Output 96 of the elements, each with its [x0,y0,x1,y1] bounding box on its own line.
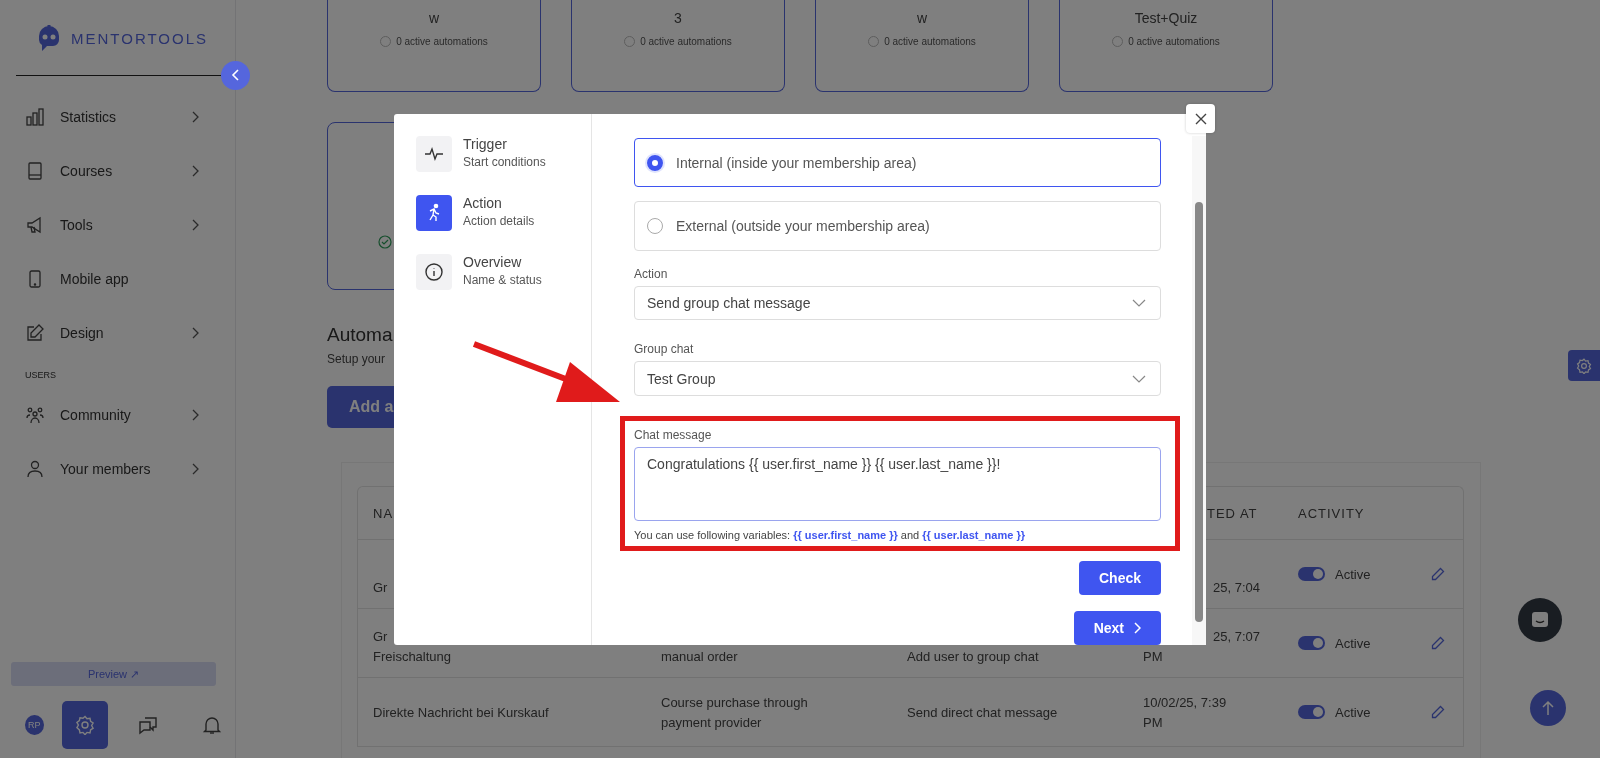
nav-item[interactable]: Your members [0,442,235,496]
column-header: ACTIVITY [1298,505,1365,521]
radio-button[interactable] [647,154,663,171]
table-cell: Gr Freischaltung [373,628,452,665]
nav-item[interactable]: Mobile app [0,252,235,306]
select-field[interactable]: Test Group [634,361,1161,396]
field-label: Chat message [634,428,713,442]
chat-icon [138,715,159,735]
table-cell: manual order [661,648,738,665]
chevron-right-icon [192,409,199,421]
field-label: Group chat [634,342,695,357]
page-subheading: Setup your [327,352,386,366]
toggle-switch[interactable] [1298,636,1325,650]
arrow-up-icon [1541,700,1555,716]
chevron-right-icon [192,219,199,231]
megaphone-icon [26,216,44,234]
automation-card[interactable]: Test+Quiz 0 active automations [1059,0,1273,92]
table-cell: 10/02/25, 7:39 PM [1143,693,1227,731]
column-header: TED AT [1207,505,1258,521]
step-title: Action [463,195,503,211]
pencil-icon [26,324,44,342]
step-subtitle: Action details [463,214,535,228]
wizard-step[interactable]: Trigger Start conditions [416,136,591,172]
radio-option[interactable]: Internal (inside your membership area) [634,138,1161,188]
step-title: Trigger [463,136,508,152]
table-cell-text: 25, 7:04 [1212,579,1260,596]
nav-item[interactable]: Design [0,306,235,360]
bell-icon [202,715,223,735]
table-cell: Send direct chat message [907,703,1058,721]
table-cell: Direkte Nachricht bei Kurskauf [373,703,549,721]
status-text: Active [1335,566,1371,582]
status-text: 0 active automations [396,36,488,47]
chevron-right-icon [192,327,199,339]
wizard-step[interactable]: Action Action details [416,195,591,231]
book-icon [26,162,44,180]
check-button[interactable]: Check [1078,561,1161,595]
automation-card[interactable]: w 0 active automations [327,0,541,92]
hint-text: You can use following variables: {{ user.first_name }} and {{ user.last_name }} [634,529,1026,541]
preview-button[interactable]: Preview ↗ [11,662,216,686]
status-text: Active [1335,704,1371,720]
edit-pencil-icon[interactable] [1431,705,1445,719]
card-title: 3 [674,10,682,26]
edit-pencil-icon[interactable] [1431,636,1445,650]
step-subtitle: Start conditions [463,155,546,169]
chat-bubble-icon [1530,610,1550,630]
scrollbar[interactable] [1192,136,1206,645]
nav-item[interactable]: Tools [0,198,235,252]
check-circle-icon [378,235,392,249]
settings-icon [1576,357,1592,374]
select-field[interactable]: Send group chat message [634,285,1161,321]
section-label: USERS [24,369,57,382]
edit-pencil-icon[interactable] [1431,567,1445,581]
chevron-down-icon [1132,374,1146,383]
step-subtitle: Name & status [463,273,542,287]
card-title: w [916,10,928,26]
nav-item[interactable]: Community [0,388,235,442]
toggle-switch[interactable] [1298,567,1325,581]
field-label: Action [634,266,669,281]
gear-icon [74,715,95,735]
status-text: 0 active automations [884,36,976,47]
chevron-right-icon [1134,622,1141,634]
card-title: w [428,10,440,26]
nav-item[interactable]: Courses [0,144,235,198]
people-icon [26,406,44,424]
toggle-switch[interactable] [1298,705,1325,719]
person-icon [26,460,44,478]
status-text: Active [1335,635,1371,651]
card-title: Test+Quiz [1134,10,1198,26]
close-button[interactable] [1186,104,1215,133]
gear-tab[interactable] [61,701,108,749]
phone-icon [26,270,44,288]
chevron-left-icon [230,69,241,81]
status-text: 0 active automations [1128,36,1220,47]
message-input[interactable]: Congratulations {{ user.first_name }} {{ user.last_name }}! [634,447,1161,521]
chevron-right-icon [192,111,199,123]
step-title: Overview [463,254,523,270]
table-cell: Gr [373,579,388,596]
status-text: 0 active automations [640,36,732,47]
next-button[interactable]: Next [1073,611,1161,645]
nav-item[interactable]: Statistics [0,90,235,144]
automation-card[interactable]: 3 0 active automations [571,0,785,92]
table-cell: Course purchase through payment provider [661,693,808,731]
settings-button[interactable] [1568,350,1600,381]
user-avatar[interactable]: RP [25,715,44,735]
logo-text: MENTORTOOLS [71,29,209,47]
column-header: NA [373,505,394,521]
close-icon [1193,111,1208,126]
wizard-step[interactable]: Overview Name & status [416,254,591,290]
automation-card[interactable]: w 0 active automations [815,0,1029,92]
chevron-right-icon [192,165,199,177]
radio-option[interactable]: External (outside your membership area) [634,201,1161,251]
chevron-down-icon [1132,298,1146,307]
page-heading: Automa [327,324,393,346]
table-cell: Add user to group chat [907,648,1039,665]
chevron-right-icon [192,463,199,475]
chart-icon [26,108,44,126]
